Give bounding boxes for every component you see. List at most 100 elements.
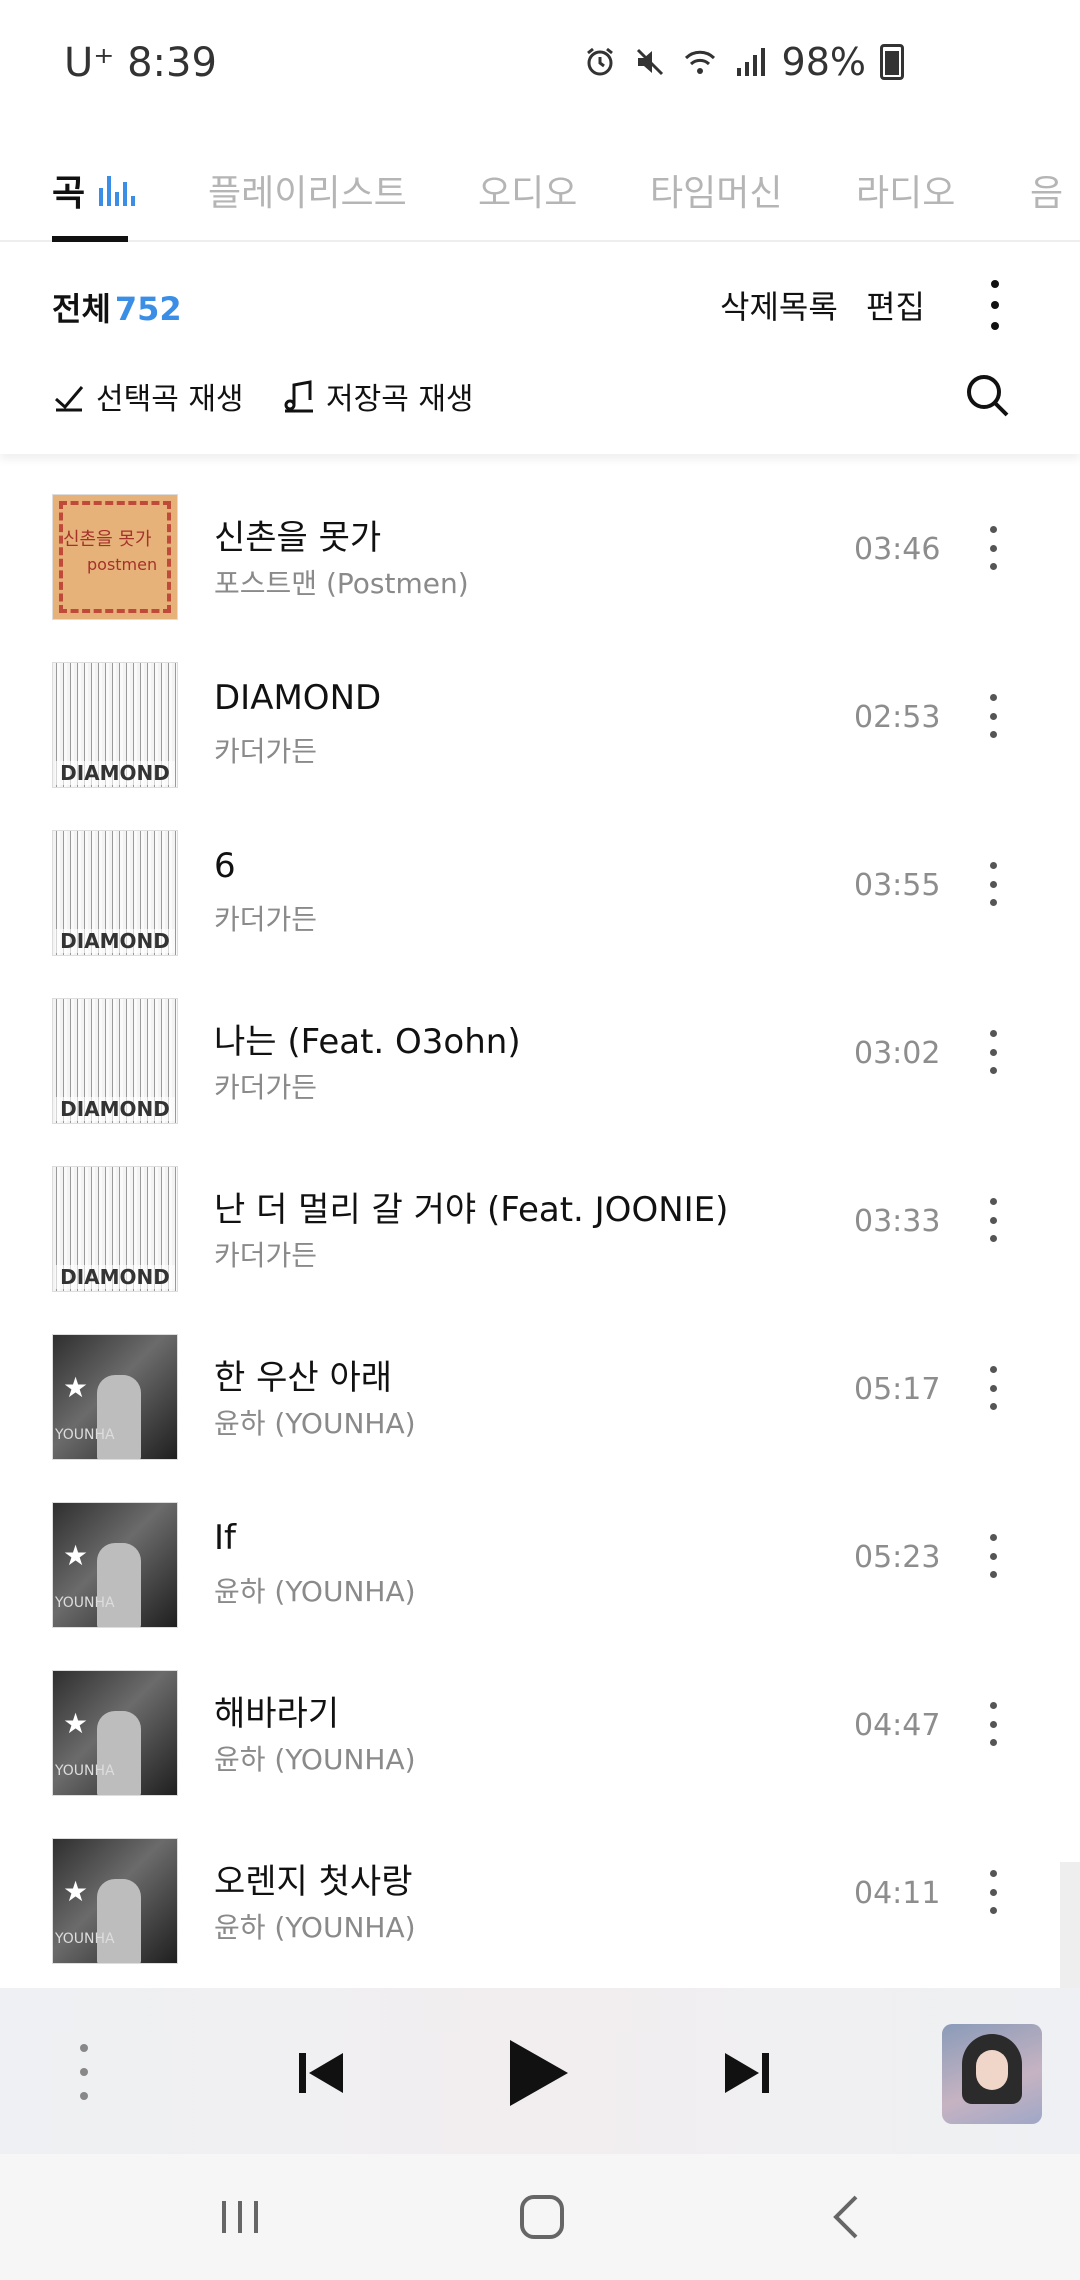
status-icons: 98% bbox=[582, 40, 904, 84]
song-more-button[interactable] bbox=[978, 526, 1008, 570]
song-more-button[interactable] bbox=[978, 1702, 1008, 1746]
song-row[interactable]: ★ YOUNHA 오렌지 첫사랑 윤하 (YOUNHA) 04:11 bbox=[0, 1818, 1080, 1986]
tab-label: 곡 bbox=[52, 173, 86, 214]
song-title: 6 bbox=[214, 846, 236, 886]
song-row[interactable]: DIAMOND 나는 (Feat. O3ohn) 카더가든 03:02 bbox=[0, 978, 1080, 1146]
song-duration: 03:33 bbox=[854, 1204, 941, 1239]
next-icon bbox=[725, 2053, 769, 2093]
song-row[interactable]: ★ YOUNHA 해바라기 윤하 (YOUNHA) 04:47 bbox=[0, 1650, 1080, 1818]
song-title: DIAMOND bbox=[214, 678, 382, 718]
play-saved-button[interactable]: 저장곡 재생 bbox=[282, 374, 474, 418]
song-row[interactable]: DIAMOND DIAMOND 카더가든 02:53 bbox=[0, 642, 1080, 810]
edit-button[interactable]: 편집 bbox=[866, 282, 925, 328]
song-artist: 카더가든 bbox=[214, 903, 318, 936]
album-art-title: YOUNHA bbox=[55, 1763, 115, 1779]
song-more-button[interactable] bbox=[978, 1366, 1008, 1410]
song-duration: 02:53 bbox=[854, 700, 941, 735]
song-artist: 카더가든 bbox=[214, 1071, 318, 1104]
album-art-title: DIAMOND bbox=[55, 929, 175, 953]
song-duration: 05:17 bbox=[854, 1372, 941, 1407]
album-art: DIAMOND bbox=[52, 1166, 178, 1292]
signal-icon bbox=[732, 44, 768, 80]
song-duration: 04:47 bbox=[854, 1708, 941, 1743]
previous-button[interactable] bbox=[276, 2028, 366, 2118]
search-icon bbox=[967, 375, 1009, 417]
check-icon bbox=[55, 386, 84, 412]
song-more-button[interactable] bbox=[978, 862, 1008, 906]
song-title: 오렌지 첫사랑 bbox=[214, 1862, 413, 1902]
total-number: 752 bbox=[114, 290, 182, 328]
song-title: 나는 (Feat. O3ohn) bbox=[214, 1022, 521, 1062]
album-art-title: DIAMOND bbox=[55, 761, 175, 785]
album-art-title: DIAMOND bbox=[55, 1265, 175, 1289]
album-art: DIAMOND bbox=[52, 830, 178, 956]
tab-radio[interactable]: 라디오 bbox=[856, 150, 955, 230]
back-button[interactable] bbox=[806, 2182, 886, 2252]
alarm-icon bbox=[582, 44, 618, 80]
song-more-button[interactable] bbox=[978, 1870, 1008, 1914]
song-more-button[interactable] bbox=[978, 1534, 1008, 1578]
song-title: If bbox=[214, 1518, 236, 1558]
song-row[interactable]: ★ YOUNHA If 윤하 (YOUNHA) 05:23 bbox=[0, 1482, 1080, 1650]
battery-percent: 98% bbox=[781, 40, 866, 84]
recent-apps-icon bbox=[222, 2201, 258, 2233]
song-row[interactable]: ★ YOUNHA 한 우산 아래 윤하 (YOUNHA) 05:17 bbox=[0, 1314, 1080, 1482]
song-artist: 윤하 (YOUNHA) bbox=[214, 1575, 416, 1608]
song-title: 난 더 멀리 갈 거야 (Feat. JOONIE) bbox=[214, 1190, 729, 1230]
play-selected-button[interactable]: 선택곡 재생 bbox=[52, 374, 244, 418]
play-icon bbox=[510, 2040, 568, 2106]
song-artist: 포스트맨 (Postmen) bbox=[214, 567, 469, 600]
previous-icon bbox=[299, 2053, 343, 2093]
song-row[interactable]: 신촌을 못가 postmen 신촌을 못가 포스트맨 (Postmen) 03:… bbox=[0, 474, 1080, 642]
tab-songs[interactable]: 곡 bbox=[52, 150, 136, 230]
search-button[interactable] bbox=[964, 372, 1012, 420]
more-options-button[interactable] bbox=[980, 280, 1010, 330]
album-art-title: YOUNHA bbox=[55, 1595, 115, 1611]
tab-audio[interactable]: 오디오 bbox=[478, 150, 577, 230]
mute-icon bbox=[632, 44, 668, 80]
system-nav-bar bbox=[0, 2154, 1080, 2280]
song-more-button[interactable] bbox=[978, 1198, 1008, 1242]
mini-player bbox=[0, 1988, 1080, 2154]
play-saved-label: 저장곡 재생 bbox=[326, 382, 474, 417]
status-bar: U⁺ 8:39 98% bbox=[0, 0, 1080, 130]
song-more-button[interactable] bbox=[978, 694, 1008, 738]
album-art: ★ YOUNHA bbox=[52, 1670, 178, 1796]
active-tab-indicator bbox=[52, 236, 128, 242]
song-duration: 04:11 bbox=[854, 1876, 941, 1911]
tab-time-machine[interactable]: 타임머신 bbox=[650, 150, 782, 230]
song-title: 해바라기 bbox=[214, 1694, 340, 1734]
next-button[interactable] bbox=[702, 2028, 792, 2118]
home-button[interactable] bbox=[502, 2182, 582, 2252]
play-button[interactable] bbox=[490, 2028, 580, 2118]
music-note-icon bbox=[284, 380, 313, 413]
album-art: DIAMOND bbox=[52, 662, 178, 788]
album-art-subtitle: postmen bbox=[87, 555, 158, 574]
song-duration: 03:46 bbox=[854, 532, 941, 567]
song-list: 신촌을 못가 postmen 신촌을 못가 포스트맨 (Postmen) 03:… bbox=[0, 454, 1080, 1988]
more-icon[interactable] bbox=[76, 2044, 92, 2100]
song-duration: 03:02 bbox=[854, 1036, 941, 1071]
album-art: ★ YOUNHA bbox=[52, 1502, 178, 1628]
home-icon bbox=[520, 2195, 564, 2239]
album-cover[interactable] bbox=[942, 2024, 1042, 2124]
song-row[interactable]: DIAMOND 6 카더가든 03:55 bbox=[0, 810, 1080, 978]
album-art: 신촌을 못가 postmen bbox=[52, 494, 178, 620]
wifi-icon bbox=[682, 44, 718, 80]
album-art-title: YOUNHA bbox=[55, 1931, 115, 1947]
song-artist: 카더가든 bbox=[214, 1239, 318, 1272]
tab-more[interactable]: 음 bbox=[1030, 150, 1063, 230]
tab-bar: 곡 플레이리스트 오디오 타임머신 라디오 음 bbox=[0, 140, 1080, 242]
album-art: ★ YOUNHA bbox=[52, 1334, 178, 1460]
album-art-title: YOUNHA bbox=[55, 1427, 115, 1443]
song-more-button[interactable] bbox=[978, 1030, 1008, 1074]
deleted-list-button[interactable]: 삭제목록 bbox=[720, 282, 838, 328]
back-icon bbox=[833, 2195, 858, 2239]
recent-apps-button[interactable] bbox=[200, 2182, 280, 2252]
scrollbar-thumb[interactable] bbox=[1060, 1862, 1080, 1988]
song-row[interactable]: DIAMOND 난 더 멀리 갈 거야 (Feat. JOONIE) 카더가든 … bbox=[0, 1146, 1080, 1314]
tab-playlist[interactable]: 플레이리스트 bbox=[208, 150, 407, 230]
song-title: 한 우산 아래 bbox=[214, 1358, 393, 1398]
song-artist: 카더가든 bbox=[214, 735, 318, 768]
total-label: 전체 bbox=[52, 290, 111, 328]
